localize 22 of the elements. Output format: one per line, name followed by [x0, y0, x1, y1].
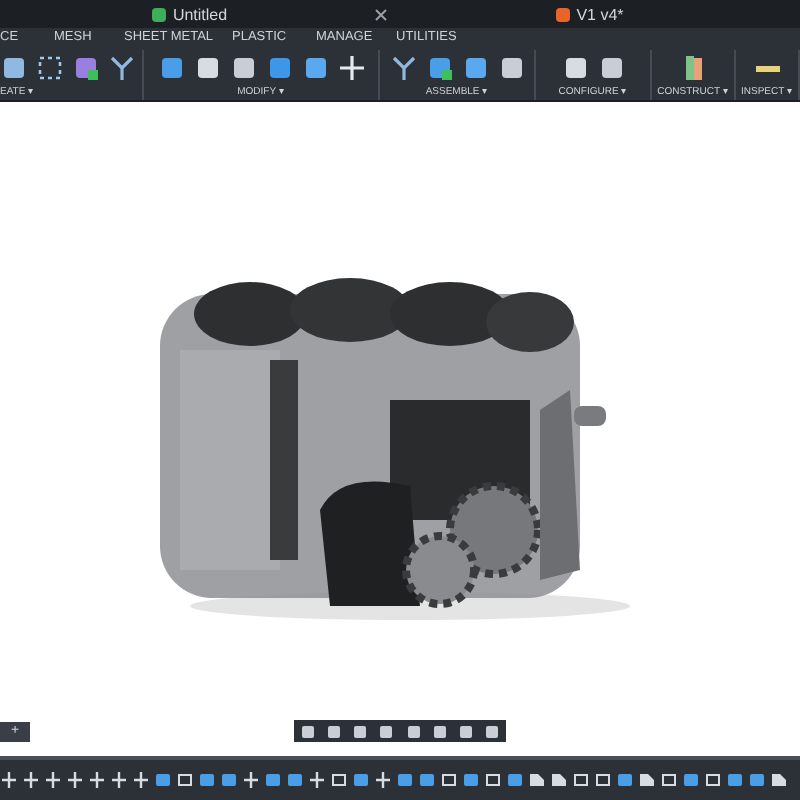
document-title: V1 v4*: [576, 5, 624, 23]
document-icon: [152, 7, 167, 21]
sketch-tool-icon[interactable]: [36, 53, 64, 81]
timeline-feature-icon[interactable]: [24, 772, 38, 788]
close-icon[interactable]: [374, 8, 388, 22]
move-tool-icon[interactable]: [337, 53, 365, 81]
timeline-feature-icon[interactable]: [134, 772, 148, 788]
timeline-feature-icon[interactable]: [90, 772, 104, 788]
solid-plus-tool-icon[interactable]: [72, 53, 100, 81]
timeline-feature-icon[interactable]: [46, 772, 60, 788]
joint-tool-icon[interactable]: [108, 53, 136, 81]
timeline-feature-icon[interactable]: [68, 772, 82, 788]
timeline-feature-icon[interactable]: [2, 772, 16, 788]
timeline-feature-icon[interactable]: [112, 772, 126, 788]
timeline-feature-icon[interactable]: [244, 772, 258, 788]
document-tab[interactable]: V1 v4*: [400, 0, 800, 28]
document-tab[interactable]: Untitled: [0, 0, 400, 28]
timeline-feature-icon[interactable]: [310, 772, 324, 788]
timeline-feature-icon[interactable]: [376, 772, 390, 788]
document-icon: [556, 7, 571, 21]
document-title: Untitled: [172, 5, 228, 23]
joint-tool-icon[interactable]: [389, 53, 417, 81]
